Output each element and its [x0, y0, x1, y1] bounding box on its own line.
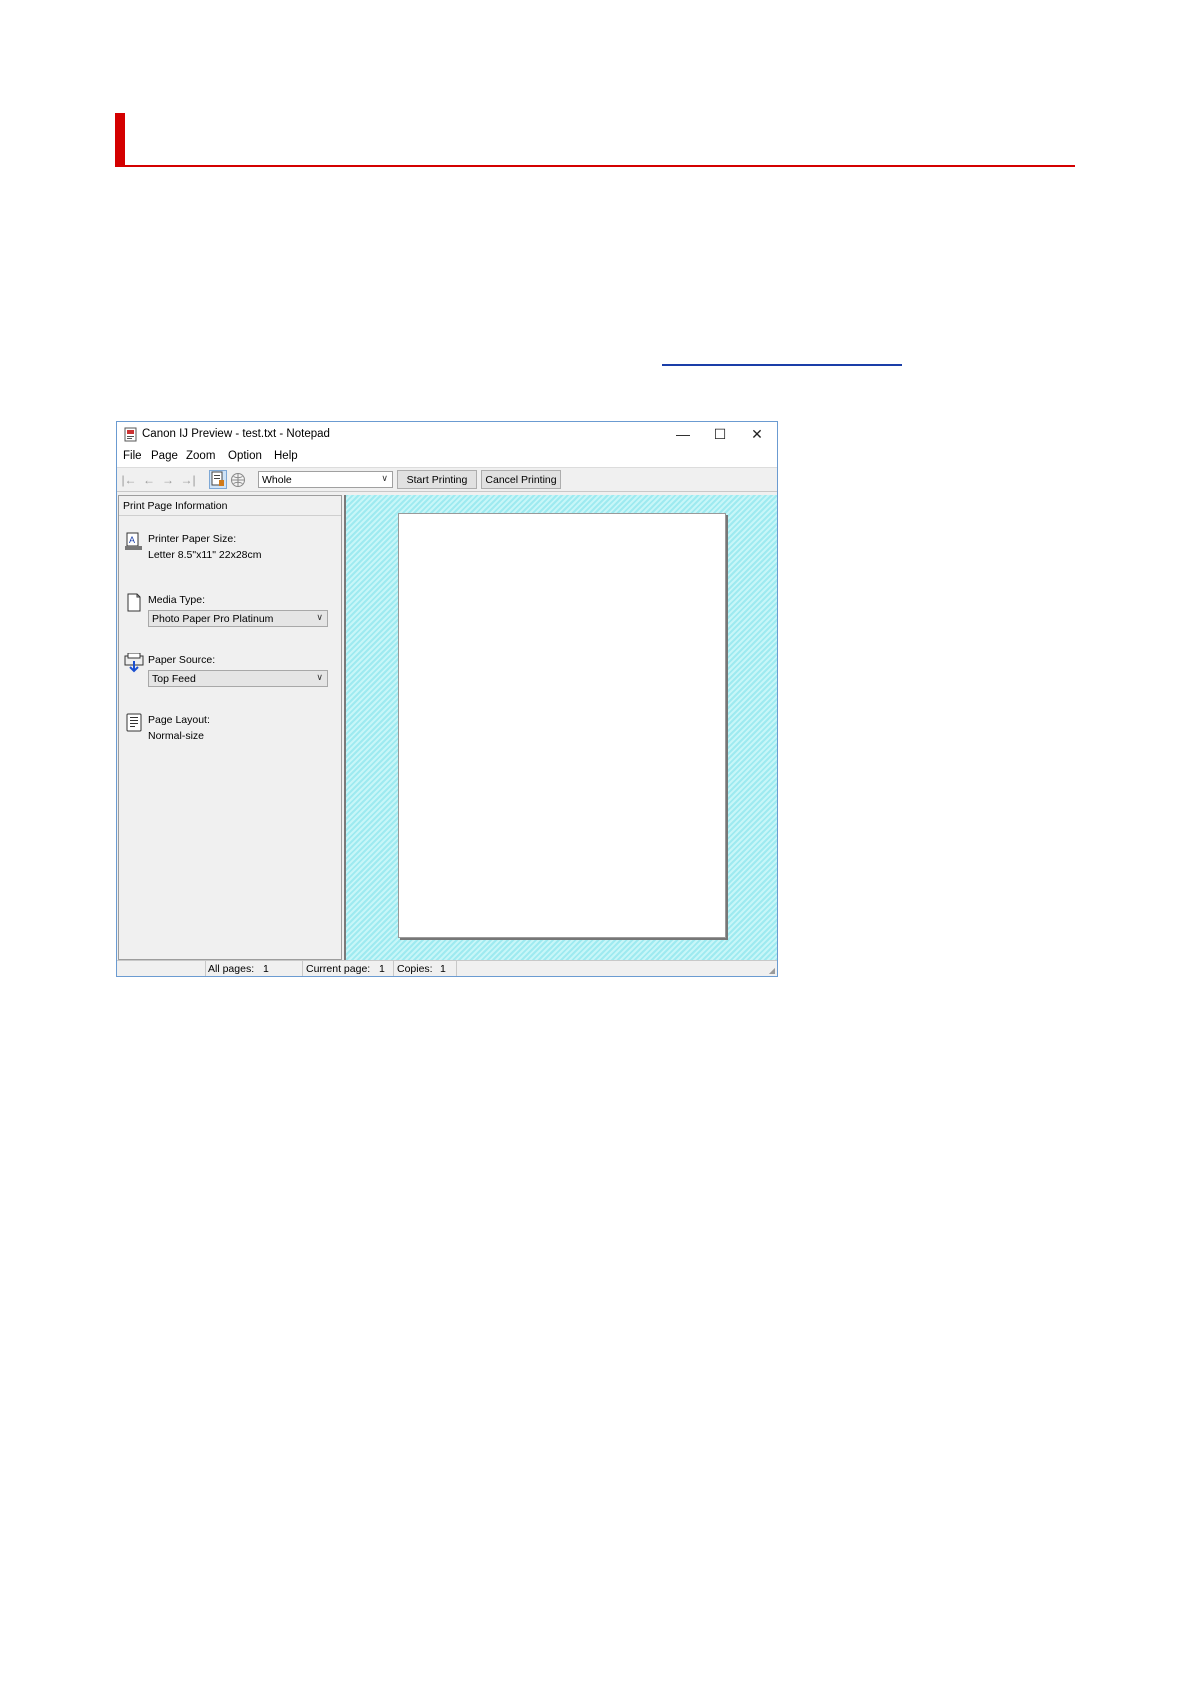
paper-source-select[interactable]: Top Feed ∨: [148, 670, 328, 687]
resize-grip-icon[interactable]: ◢: [769, 966, 775, 975]
close-button[interactable]: ✕: [739, 424, 775, 444]
media-type-icon: [127, 593, 141, 612]
page-layout-label: Page Layout:: [148, 714, 210, 726]
menu-help[interactable]: Help: [274, 450, 298, 462]
copies-value: 1: [440, 963, 446, 975]
minimize-icon: —: [676, 426, 690, 442]
status-all-pages: All pages: 1: [205, 961, 302, 976]
paper-size-label: Printer Paper Size:: [148, 533, 237, 545]
panel-title: Print Page Information: [123, 500, 228, 512]
status-empty-segment: [456, 961, 726, 976]
last-page-icon[interactable]: →|: [180, 472, 196, 488]
close-icon: ✕: [751, 425, 763, 442]
menu-bar: File Page Zoom Option Help: [117, 447, 777, 467]
paper-source-value: Top Feed: [152, 673, 196, 685]
link-underline: [662, 364, 902, 366]
web-icon[interactable]: [230, 472, 246, 488]
paper-source-icon: [124, 653, 144, 673]
title-bar[interactable]: Canon IJ Preview - test.txt - Notepad — …: [117, 422, 777, 447]
chevron-down-icon: ∨: [381, 473, 388, 483]
print-page-information-panel: Print Page Information A Printer Paper S…: [118, 495, 342, 960]
current-page-label: Current page:: [306, 963, 371, 975]
zoom-select[interactable]: Whole ∨: [258, 471, 393, 488]
status-copies: Copies: 1: [393, 961, 456, 976]
menu-option[interactable]: Option: [228, 450, 262, 462]
maximize-button[interactable]: ☐: [702, 424, 738, 444]
media-type-select[interactable]: Photo Paper Pro Platinum ∨: [148, 610, 328, 627]
app-icon: [124, 427, 137, 442]
paper-size-value: Letter 8.5"x11" 22x28cm: [148, 549, 262, 561]
chevron-down-icon: ∨: [316, 612, 323, 622]
previous-page-icon[interactable]: ←: [141, 472, 157, 488]
first-page-icon[interactable]: |←: [121, 472, 137, 488]
printer-paper-size-icon: A: [125, 532, 142, 550]
paper-source-label: Paper Source:: [148, 654, 216, 666]
status-current-page: Current page: 1: [302, 961, 393, 976]
window-title: Canon IJ Preview - test.txt - Notepad: [142, 428, 330, 440]
current-page-value: 1: [379, 963, 385, 975]
next-page-icon[interactable]: →: [160, 472, 176, 488]
media-type-label: Media Type:: [148, 594, 206, 606]
panel-divider: [119, 515, 341, 516]
print-preview-icon: [211, 471, 224, 486]
menu-file[interactable]: File: [123, 450, 142, 462]
page-layout-icon: [126, 713, 142, 732]
status-bar: All pages: 1 Current page: 1 Copies: 1 ◢: [117, 960, 777, 976]
all-pages-value: 1: [263, 963, 269, 975]
all-pages-label: All pages:: [208, 963, 255, 975]
media-type-value: Photo Paper Pro Platinum: [152, 613, 274, 625]
heading-rule: [115, 165, 1075, 167]
menu-zoom[interactable]: Zoom: [186, 450, 215, 462]
document-link[interactable]: [662, 354, 902, 366]
heading-accent-bar: [115, 113, 125, 166]
minimize-button[interactable]: —: [665, 424, 701, 444]
print-preview-toggle[interactable]: [209, 470, 227, 489]
toolbar: |← ← → →| Whole ∨ Start Printing Cancel …: [117, 467, 777, 492]
cancel-printing-button[interactable]: Cancel Printing: [481, 470, 561, 489]
preview-window: Canon IJ Preview - test.txt - Notepad — …: [116, 421, 778, 977]
preview-area[interactable]: [344, 495, 777, 960]
zoom-value: Whole: [262, 474, 292, 486]
menu-page[interactable]: Page: [151, 450, 178, 462]
start-printing-button[interactable]: Start Printing: [397, 470, 477, 489]
chevron-down-icon: ∨: [316, 672, 323, 682]
svg-text:A: A: [129, 535, 135, 545]
preview-paper: [398, 513, 726, 938]
maximize-icon: ☐: [713, 425, 727, 442]
copies-label: Copies:: [397, 963, 433, 975]
page-layout-value: Normal-size: [148, 730, 205, 742]
